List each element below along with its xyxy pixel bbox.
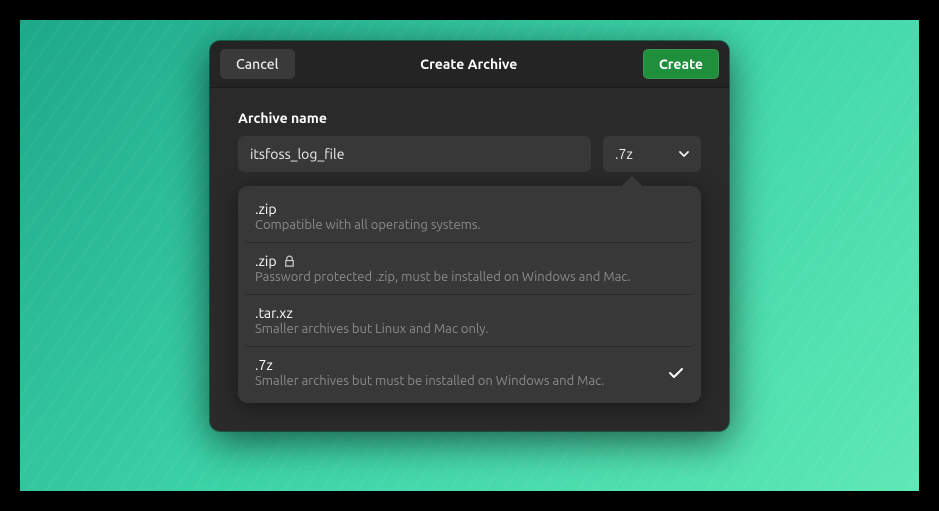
- dialog-title: Create Archive: [420, 56, 517, 72]
- option-text-wrapper: .zipPassword protected .zip, must be ins…: [255, 253, 684, 284]
- archive-name-input[interactable]: [238, 136, 591, 172]
- format-dropdown-button[interactable]: .7z: [603, 136, 701, 172]
- format-option[interactable]: .zipCompatible with all operating system…: [243, 191, 696, 243]
- input-row: .7z: [238, 136, 701, 172]
- format-option[interactable]: .7zSmaller archives but must be installe…: [243, 347, 696, 398]
- option-text-wrapper: .7zSmaller archives but must be installe…: [255, 357, 658, 388]
- chevron-down-icon: [679, 149, 689, 159]
- option-description: Smaller archives but Linux and Mac only.: [255, 322, 684, 336]
- format-options-list: .zipCompatible with all operating system…: [238, 186, 701, 403]
- create-archive-dialog: Cancel Create Archive Create Archive nam…: [210, 41, 729, 431]
- format-option[interactable]: .tar.xzSmaller archives but Linux and Ma…: [243, 295, 696, 347]
- dialog-content: Archive name .7z .zipCompatible with all…: [210, 88, 729, 431]
- option-description: Password protected .zip, must be install…: [255, 270, 684, 284]
- cancel-button[interactable]: Cancel: [220, 49, 295, 79]
- format-option[interactable]: .zipPassword protected .zip, must be ins…: [243, 243, 696, 295]
- format-selected-label: .7z: [615, 146, 633, 162]
- option-extension: .7z: [255, 357, 658, 373]
- checkmark-icon: [668, 365, 684, 381]
- format-popover: .zipCompatible with all operating system…: [238, 186, 701, 403]
- option-extension: .zip: [255, 201, 684, 217]
- option-extension: .tar.xz: [255, 305, 684, 321]
- option-text-wrapper: .tar.xzSmaller archives but Linux and Ma…: [255, 305, 684, 336]
- option-extension: .zip: [255, 253, 684, 269]
- option-text-wrapper: .zipCompatible with all operating system…: [255, 201, 684, 232]
- option-description: Compatible with all operating systems.: [255, 218, 684, 232]
- create-button[interactable]: Create: [643, 49, 719, 79]
- archive-name-label: Archive name: [238, 110, 701, 126]
- option-description: Smaller archives but must be installed o…: [255, 374, 658, 388]
- dialog-titlebar: Cancel Create Archive Create: [210, 41, 729, 88]
- lock-icon: [283, 255, 296, 268]
